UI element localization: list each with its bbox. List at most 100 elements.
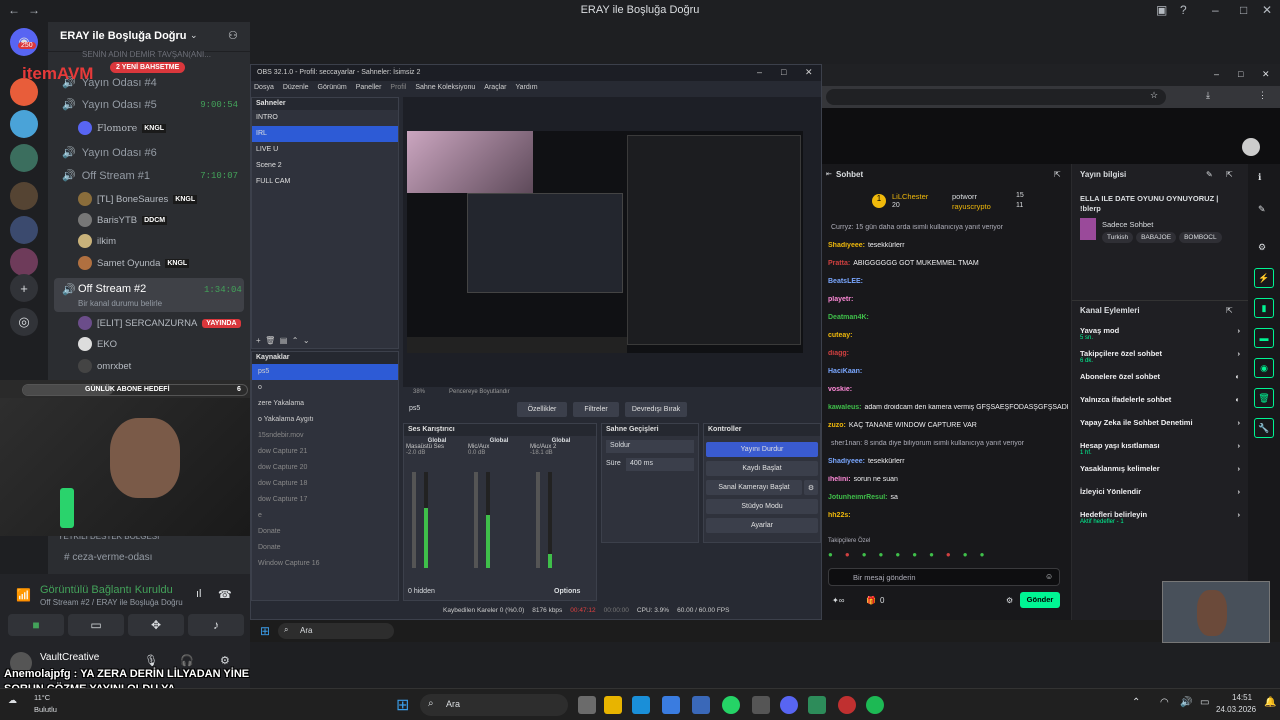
menu-icon[interactable]: ⋮ bbox=[1258, 90, 1267, 101]
chat-message[interactable]: sher1nan: 8 sinda diye biliyorum isimli … bbox=[828, 440, 1068, 447]
search-box[interactable]: ⌕ Ara bbox=[278, 623, 394, 639]
chat-icon[interactable]: ▬ bbox=[1254, 328, 1274, 348]
start-icon[interactable]: ⊞ bbox=[396, 695, 409, 715]
chat-username[interactable]: cuteay: bbox=[828, 332, 853, 339]
server-icon-5[interactable] bbox=[10, 216, 38, 244]
spotify-icon[interactable] bbox=[866, 696, 884, 714]
stop-stream-button[interactable]: Yayını Durdur bbox=[706, 442, 818, 457]
volume-slider[interactable] bbox=[536, 472, 540, 568]
battery-icon[interactable]: ▭ bbox=[1200, 697, 1209, 708]
gift-icon[interactable]: 🎁 bbox=[866, 596, 876, 605]
gear-icon[interactable]: ⚙ bbox=[804, 480, 818, 495]
edit-icon[interactable]: ✎ bbox=[1206, 170, 1213, 179]
mod-action-row[interactable]: Yapay Zeka ile Sohbet Denetimi › bbox=[1080, 418, 1240, 427]
disconnect-icon[interactable]: ☎ bbox=[218, 588, 232, 601]
emote-icon[interactable]: ● bbox=[879, 550, 884, 562]
chat-username[interactable]: BeatsLEE: bbox=[828, 278, 863, 285]
emote-icon[interactable]: ● bbox=[895, 550, 900, 562]
chat-message[interactable]: zuzo: KAÇ TANANE WINDOW CAPTURE VAR bbox=[828, 422, 1068, 429]
chevron-right-icon[interactable]: › bbox=[1238, 441, 1241, 450]
minimize-icon[interactable]: – bbox=[1212, 3, 1219, 17]
source-item[interactable]: dow Capture 17 bbox=[252, 492, 398, 508]
mod-action-row[interactable]: Hedefleri belirleyin Aktif hedefler - 1 › bbox=[1080, 510, 1240, 525]
emote-icon[interactable]: ● bbox=[845, 550, 850, 562]
source-item[interactable]: Window Capture 16 bbox=[252, 556, 398, 572]
broadcast-icon[interactable]: ◉ bbox=[1254, 358, 1274, 378]
voice-user[interactable]: BarisYTB DDCM bbox=[78, 213, 168, 227]
filter-icon[interactable]: ▤ bbox=[280, 336, 288, 345]
menu-edit[interactable]: Düzenle bbox=[283, 84, 309, 94]
volume-slider[interactable] bbox=[412, 472, 416, 568]
gear-icon[interactable]: ⚙ bbox=[220, 654, 230, 667]
filters-button[interactable]: Filtreler bbox=[573, 402, 619, 417]
clock-date[interactable]: 24.03.2026 bbox=[1216, 705, 1256, 714]
down-icon[interactable]: ⌄ bbox=[303, 336, 310, 345]
chat-message[interactable]: JotunheimrResul: sa bbox=[828, 494, 1068, 501]
chat-username[interactable]: HaciKaan: bbox=[828, 368, 862, 375]
source-item[interactable]: dow Capture 18 bbox=[252, 476, 398, 492]
add-server-icon[interactable]: + bbox=[10, 274, 38, 302]
source-item[interactable]: 15sndebir.mov bbox=[252, 428, 398, 444]
avatar[interactable] bbox=[1242, 138, 1260, 156]
chat-username[interactable]: Shadiyeee: bbox=[828, 458, 865, 465]
minimize-icon[interactable]: – bbox=[757, 67, 762, 77]
help-icon[interactable]: ? bbox=[1180, 3, 1187, 17]
voice-channel-5[interactable]: 🔊 Yayın Odası #5 9:00:54 bbox=[62, 98, 248, 112]
chat-username[interactable]: JotunheimrResul: bbox=[828, 494, 888, 501]
add-member-icon[interactable]: ⚇ bbox=[228, 29, 238, 42]
mod-action-row[interactable]: Abonelere özel sohbet ◐ bbox=[1080, 372, 1240, 381]
server-icon-3[interactable] bbox=[10, 144, 38, 172]
discover-icon[interactable]: ◎ bbox=[10, 308, 38, 336]
scene-item[interactable]: LIVE U bbox=[252, 142, 398, 158]
voice-channel-off1[interactable]: 🔊 Off Stream #1 7:10:07 bbox=[62, 169, 248, 183]
chat-username[interactable]: playetr: bbox=[828, 296, 853, 303]
chat-username[interactable]: ihelini: bbox=[828, 476, 851, 483]
bell-icon[interactable]: 🔔 bbox=[1264, 697, 1276, 708]
wrench-icon[interactable]: 🔧 bbox=[1254, 418, 1274, 438]
mic-icon[interactable]: 🎙 bbox=[144, 654, 158, 667]
duration-input[interactable]: 400 ms bbox=[626, 458, 694, 471]
emote-icon[interactable]: ● bbox=[912, 550, 917, 562]
soundboard-button[interactable]: ♪ bbox=[188, 614, 244, 636]
collapse-icon[interactable]: ⇤ bbox=[826, 170, 832, 178]
chat-username[interactable]: zuzo: bbox=[828, 422, 846, 429]
properties-button[interactable]: Özellikler bbox=[517, 402, 567, 417]
close-icon[interactable]: ✕ bbox=[1262, 69, 1270, 80]
preview-fit-label[interactable]: Pencereye Boyutlandır bbox=[449, 389, 510, 395]
source-item[interactable]: e bbox=[252, 508, 398, 524]
address-bar[interactable] bbox=[826, 89, 1166, 105]
obs-icon[interactable] bbox=[838, 696, 856, 714]
chat-message[interactable]: cuteay: bbox=[828, 332, 1068, 339]
clip-icon[interactable]: ▮ bbox=[1254, 298, 1274, 318]
source-item[interactable]: dow Capture 20 bbox=[252, 460, 398, 476]
chevron-right-icon[interactable]: › bbox=[1238, 349, 1241, 358]
edge-icon[interactable] bbox=[632, 696, 650, 714]
chat-message[interactable]: HaciKaan: bbox=[828, 368, 1068, 375]
channel-status-hint[interactable]: Bir kanal durumu belirle bbox=[78, 299, 162, 308]
chevron-right-icon[interactable]: › bbox=[1238, 510, 1241, 519]
chat-username[interactable]: hh22s: bbox=[828, 512, 851, 519]
obs-preview[interactable]: 38% Pencereye Boyutlandır bbox=[403, 97, 821, 395]
toggle-switch[interactable]: ◐ bbox=[1235, 372, 1240, 381]
app-icon[interactable] bbox=[808, 696, 826, 714]
wifi-icon[interactable]: ◠ bbox=[1160, 697, 1169, 708]
voice-user[interactable]: omrxbet bbox=[78, 359, 131, 373]
transition-select[interactable]: Soldur bbox=[606, 440, 694, 453]
chat-username[interactable]: voskie: bbox=[828, 386, 852, 393]
info-icon[interactable]: ℹ bbox=[1258, 172, 1261, 183]
mod-action-row[interactable]: Takipçilere özel sohbet 6 dk. › bbox=[1080, 349, 1240, 364]
zoom-level[interactable]: 38% bbox=[413, 389, 425, 395]
headphone-icon[interactable]: 🎧 bbox=[180, 654, 194, 667]
chat-message[interactable]: ihelini: sorun ne suan bbox=[828, 476, 1068, 483]
star-icon[interactable]: ☆ bbox=[1150, 90, 1158, 101]
menu-help[interactable]: Yardım bbox=[515, 84, 537, 94]
file-explorer-icon[interactable] bbox=[604, 696, 622, 714]
virtual-camera-button[interactable]: Sanal Kamerayı Başlat bbox=[706, 480, 802, 495]
download-icon[interactable]: ⤓ bbox=[1206, 90, 1210, 101]
tool-icon[interactable] bbox=[752, 696, 770, 714]
chat-message[interactable]: voskie: bbox=[828, 386, 1068, 393]
menu-scene-collection[interactable]: Sahne Koleksiyonu bbox=[415, 84, 475, 94]
chat-message[interactable]: playetr: bbox=[828, 296, 1068, 303]
windows-icon[interactable]: ⊞ bbox=[260, 624, 270, 638]
text-channel[interactable]: # ceza-verme-odası bbox=[64, 552, 152, 563]
